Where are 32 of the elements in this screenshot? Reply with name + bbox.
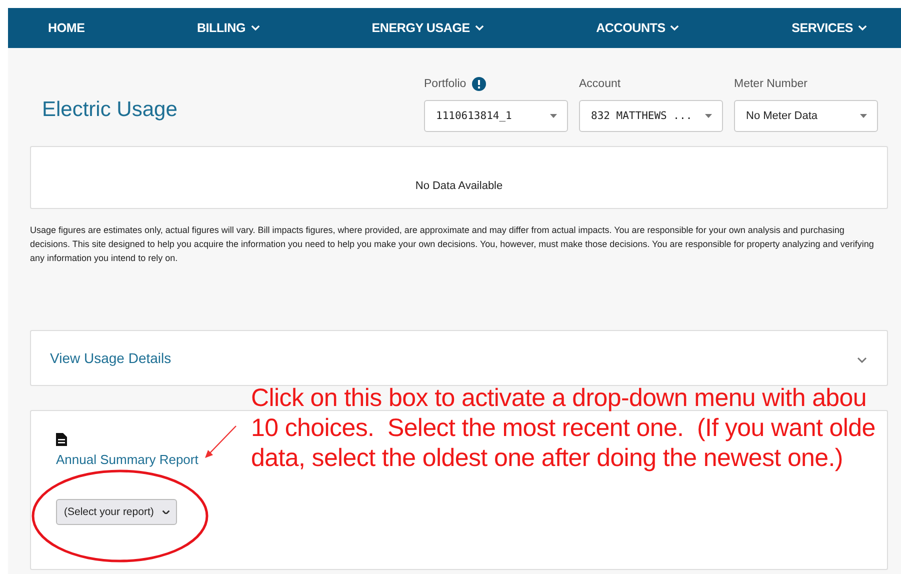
- field-label: Meter Number: [734, 78, 808, 90]
- nav-link[interactable]: ENERGY USAGE: [372, 21, 484, 35]
- page-title: Electric Usage: [42, 98, 178, 122]
- disclaimer-text: Usage figures are estimates only, actual figures will vary. Bill impacts figures, where provided, are approximate and may differ from actual impacts. You are responsible for your own analysis and purchasing decisions. This site designed to help you acquire the information you need to help you make your own decisions. You, however, must make those decisions. You are responsible for property analyzing and verifying any information you intend to rely on.: [30, 224, 875, 265]
- caret-down-icon: [705, 114, 712, 118]
- nav-link[interactable]: SERVICES: [792, 21, 867, 35]
- info-icon: [472, 76, 486, 90]
- chevron-down-icon: [857, 357, 867, 363]
- dropdown-select[interactable]: 1110613814_1: [424, 100, 568, 132]
- annotation-text: 10 choices. Select the most recent one. (If you want olde: [251, 413, 876, 443]
- nav-link[interactable]: BILLING: [196, 21, 260, 35]
- chevron-down-icon: [474, 25, 484, 31]
- caret-down-icon: [860, 114, 867, 118]
- field-label: Account: [579, 78, 621, 90]
- nav-link[interactable]: HOME: [48, 21, 85, 35]
- chevron-down-icon: [858, 25, 867, 31]
- report-link[interactable]: Annual Summary Report: [56, 452, 198, 467]
- dropdown-select[interactable]: 832 MATTHEWS ...: [579, 100, 723, 132]
- document-icon: [56, 433, 67, 446]
- nav-link[interactable]: ACCOUNTS: [596, 21, 680, 35]
- annotation-arrow: [205, 426, 236, 458]
- report-select[interactable]: (Select your report): [56, 499, 177, 525]
- caret-down-icon: [550, 114, 557, 118]
- chevron-down-icon: [162, 510, 170, 514]
- annotation-text: Click on this box to activate a drop-down menu with abou: [251, 383, 868, 413]
- chevron-down-icon: [670, 25, 680, 31]
- field-label: Portfolio: [424, 78, 466, 90]
- empty-message: No Data Available: [415, 180, 503, 192]
- chevron-down-icon: [250, 25, 260, 31]
- usage-details-accordion[interactable]: View Usage Details: [30, 330, 888, 386]
- annotation-text: data, select the oldest one after doing the newest one.): [251, 443, 844, 473]
- dropdown-select[interactable]: No Meter Data: [734, 100, 878, 132]
